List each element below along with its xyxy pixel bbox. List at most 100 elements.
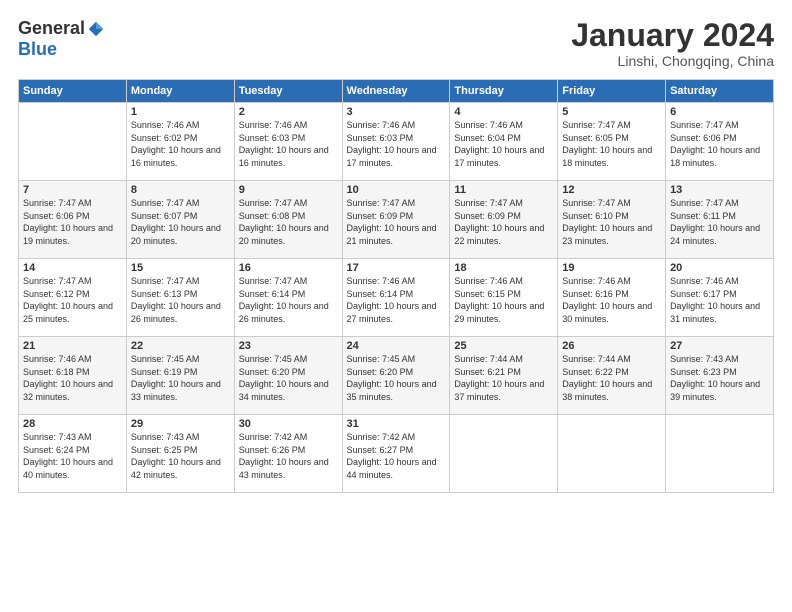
month-title: January 2024: [571, 18, 774, 53]
sunrise: Sunrise: 7:43 AM: [131, 431, 230, 444]
calendar-cell: [666, 415, 774, 493]
cell-info: Sunrise: 7:47 AM Sunset: 6:14 PM Dayligh…: [239, 275, 338, 325]
calendar-cell: 26 Sunrise: 7:44 AM Sunset: 6:22 PM Dayl…: [558, 337, 666, 415]
daylight: Daylight: 10 hours and 24 minutes.: [670, 222, 769, 247]
cell-info: Sunrise: 7:44 AM Sunset: 6:22 PM Dayligh…: [562, 353, 661, 403]
sunrise: Sunrise: 7:43 AM: [670, 353, 769, 366]
day-number: 5: [562, 106, 661, 118]
sunset: Sunset: 6:06 PM: [670, 132, 769, 145]
daylight: Daylight: 10 hours and 22 minutes.: [454, 222, 553, 247]
sunrise: Sunrise: 7:46 AM: [239, 119, 338, 132]
daylight: Daylight: 10 hours and 34 minutes.: [239, 378, 338, 403]
cell-info: Sunrise: 7:43 AM Sunset: 6:25 PM Dayligh…: [131, 431, 230, 481]
sunrise: Sunrise: 7:43 AM: [23, 431, 122, 444]
calendar-cell: 11 Sunrise: 7:47 AM Sunset: 6:09 PM Dayl…: [450, 181, 558, 259]
day-number: 20: [670, 262, 769, 274]
daylight: Daylight: 10 hours and 18 minutes.: [562, 144, 661, 169]
day-number: 21: [23, 340, 122, 352]
sunset: Sunset: 6:14 PM: [347, 288, 446, 301]
col-sunday: Sunday: [19, 80, 127, 103]
location: Linshi, Chongqing, China: [571, 53, 774, 69]
cell-info: Sunrise: 7:46 AM Sunset: 6:18 PM Dayligh…: [23, 353, 122, 403]
calendar-cell: [19, 103, 127, 181]
cell-info: Sunrise: 7:47 AM Sunset: 6:09 PM Dayligh…: [347, 197, 446, 247]
sunset: Sunset: 6:12 PM: [23, 288, 122, 301]
calendar-cell: 29 Sunrise: 7:43 AM Sunset: 6:25 PM Dayl…: [126, 415, 234, 493]
calendar-cell: 23 Sunrise: 7:45 AM Sunset: 6:20 PM Dayl…: [234, 337, 342, 415]
daylight: Daylight: 10 hours and 42 minutes.: [131, 456, 230, 481]
calendar-cell: 27 Sunrise: 7:43 AM Sunset: 6:23 PM Dayl…: [666, 337, 774, 415]
sunrise: Sunrise: 7:47 AM: [670, 197, 769, 210]
day-number: 3: [347, 106, 446, 118]
day-number: 13: [670, 184, 769, 196]
sunrise: Sunrise: 7:46 AM: [131, 119, 230, 132]
sunset: Sunset: 6:14 PM: [239, 288, 338, 301]
calendar-week-2: 14 Sunrise: 7:47 AM Sunset: 6:12 PM Dayl…: [19, 259, 774, 337]
sunrise: Sunrise: 7:47 AM: [347, 197, 446, 210]
sunset: Sunset: 6:09 PM: [347, 210, 446, 223]
daylight: Daylight: 10 hours and 32 minutes.: [23, 378, 122, 403]
cell-info: Sunrise: 7:47 AM Sunset: 6:08 PM Dayligh…: [239, 197, 338, 247]
daylight: Daylight: 10 hours and 29 minutes.: [454, 300, 553, 325]
cell-info: Sunrise: 7:46 AM Sunset: 6:15 PM Dayligh…: [454, 275, 553, 325]
day-number: 23: [239, 340, 338, 352]
cell-info: Sunrise: 7:46 AM Sunset: 6:04 PM Dayligh…: [454, 119, 553, 169]
daylight: Daylight: 10 hours and 26 minutes.: [239, 300, 338, 325]
calendar-cell: 12 Sunrise: 7:47 AM Sunset: 6:10 PM Dayl…: [558, 181, 666, 259]
calendar-cell: 16 Sunrise: 7:47 AM Sunset: 6:14 PM Dayl…: [234, 259, 342, 337]
day-number: 12: [562, 184, 661, 196]
sunset: Sunset: 6:16 PM: [562, 288, 661, 301]
daylight: Daylight: 10 hours and 25 minutes.: [23, 300, 122, 325]
calendar-cell: 1 Sunrise: 7:46 AM Sunset: 6:02 PM Dayli…: [126, 103, 234, 181]
daylight: Daylight: 10 hours and 37 minutes.: [454, 378, 553, 403]
day-number: 17: [347, 262, 446, 274]
calendar-cell: 28 Sunrise: 7:43 AM Sunset: 6:24 PM Dayl…: [19, 415, 127, 493]
cell-info: Sunrise: 7:45 AM Sunset: 6:19 PM Dayligh…: [131, 353, 230, 403]
cell-info: Sunrise: 7:45 AM Sunset: 6:20 PM Dayligh…: [239, 353, 338, 403]
sunset: Sunset: 6:08 PM: [239, 210, 338, 223]
cell-info: Sunrise: 7:47 AM Sunset: 6:13 PM Dayligh…: [131, 275, 230, 325]
sunrise: Sunrise: 7:47 AM: [23, 275, 122, 288]
col-friday: Friday: [558, 80, 666, 103]
sunrise: Sunrise: 7:46 AM: [23, 353, 122, 366]
calendar-cell: 31 Sunrise: 7:42 AM Sunset: 6:27 PM Dayl…: [342, 415, 450, 493]
daylight: Daylight: 10 hours and 16 minutes.: [131, 144, 230, 169]
calendar-cell: 22 Sunrise: 7:45 AM Sunset: 6:19 PM Dayl…: [126, 337, 234, 415]
day-number: 7: [23, 184, 122, 196]
cell-info: Sunrise: 7:47 AM Sunset: 6:09 PM Dayligh…: [454, 197, 553, 247]
sunrise: Sunrise: 7:44 AM: [454, 353, 553, 366]
day-number: 26: [562, 340, 661, 352]
cell-info: Sunrise: 7:46 AM Sunset: 6:16 PM Dayligh…: [562, 275, 661, 325]
calendar-cell: 15 Sunrise: 7:47 AM Sunset: 6:13 PM Dayl…: [126, 259, 234, 337]
day-number: 9: [239, 184, 338, 196]
cell-info: Sunrise: 7:47 AM Sunset: 6:06 PM Dayligh…: [23, 197, 122, 247]
calendar-cell: 2 Sunrise: 7:46 AM Sunset: 6:03 PM Dayli…: [234, 103, 342, 181]
sunset: Sunset: 6:24 PM: [23, 444, 122, 457]
sunset: Sunset: 6:23 PM: [670, 366, 769, 379]
sunrise: Sunrise: 7:42 AM: [347, 431, 446, 444]
day-number: 28: [23, 418, 122, 430]
col-tuesday: Tuesday: [234, 80, 342, 103]
day-number: 6: [670, 106, 769, 118]
calendar-cell: 25 Sunrise: 7:44 AM Sunset: 6:21 PM Dayl…: [450, 337, 558, 415]
col-thursday: Thursday: [450, 80, 558, 103]
daylight: Daylight: 10 hours and 17 minutes.: [454, 144, 553, 169]
cell-info: Sunrise: 7:42 AM Sunset: 6:26 PM Dayligh…: [239, 431, 338, 481]
cell-info: Sunrise: 7:43 AM Sunset: 6:23 PM Dayligh…: [670, 353, 769, 403]
header-row: Sunday Monday Tuesday Wednesday Thursday…: [19, 80, 774, 103]
cell-info: Sunrise: 7:47 AM Sunset: 6:10 PM Dayligh…: [562, 197, 661, 247]
cell-info: Sunrise: 7:46 AM Sunset: 6:17 PM Dayligh…: [670, 275, 769, 325]
sunrise: Sunrise: 7:42 AM: [239, 431, 338, 444]
day-number: 4: [454, 106, 553, 118]
cell-info: Sunrise: 7:47 AM Sunset: 6:05 PM Dayligh…: [562, 119, 661, 169]
daylight: Daylight: 10 hours and 27 minutes.: [347, 300, 446, 325]
day-number: 30: [239, 418, 338, 430]
daylight: Daylight: 10 hours and 20 minutes.: [131, 222, 230, 247]
sunset: Sunset: 6:04 PM: [454, 132, 553, 145]
daylight: Daylight: 10 hours and 26 minutes.: [131, 300, 230, 325]
sunset: Sunset: 6:27 PM: [347, 444, 446, 457]
calendar-cell: 3 Sunrise: 7:46 AM Sunset: 6:03 PM Dayli…: [342, 103, 450, 181]
calendar-cell: 14 Sunrise: 7:47 AM Sunset: 6:12 PM Dayl…: [19, 259, 127, 337]
calendar-cell: [450, 415, 558, 493]
cell-info: Sunrise: 7:46 AM Sunset: 6:14 PM Dayligh…: [347, 275, 446, 325]
